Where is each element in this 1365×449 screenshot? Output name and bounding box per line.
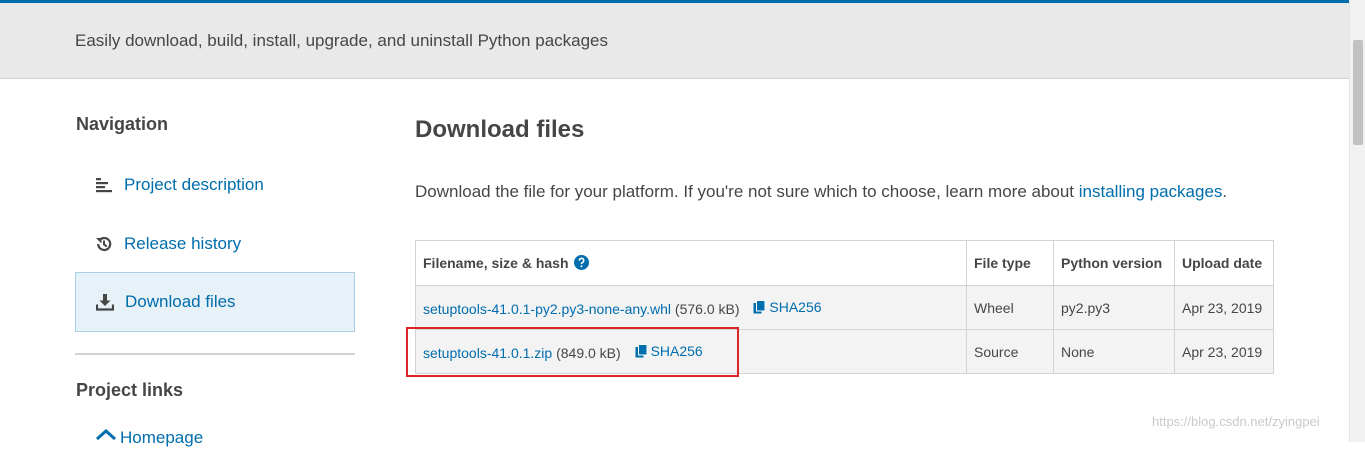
table-row: setuptools-41.0.1-py2.py3-none-any.whl (… xyxy=(415,285,1274,330)
upload-date-cell: Apr 23, 2019 xyxy=(1174,285,1274,330)
annotation-highlight-box xyxy=(406,327,739,377)
tagline: Easily download, build, install, upgrade… xyxy=(75,31,609,50)
navigation-heading: Navigation xyxy=(76,114,169,134)
file-type-cell: Wheel xyxy=(966,285,1054,330)
sidebar-divider xyxy=(75,353,355,355)
intro-period: . xyxy=(1222,182,1228,201)
history-icon xyxy=(95,235,113,253)
sidebar-item-label: Project description xyxy=(124,175,264,194)
page-title: Download files xyxy=(415,116,585,143)
copy-icon xyxy=(753,299,766,313)
homepage-link[interactable]: Homepage xyxy=(95,428,203,449)
download-icon xyxy=(96,293,114,311)
installing-packages-link[interactable]: installing packages xyxy=(1079,182,1223,201)
table-header-row: Filename, size & hash File type Python v… xyxy=(415,240,1274,286)
sidebar-item-label: Release history xyxy=(124,234,242,253)
sidebar-item-download-files[interactable]: Download files xyxy=(75,272,355,332)
align-left-icon xyxy=(95,176,113,194)
header-file-type: File type xyxy=(966,240,1054,286)
header-filename-label: Filename, size & hash xyxy=(423,255,569,271)
scrollbar-thumb[interactable] xyxy=(1353,40,1363,145)
home-icon xyxy=(95,428,117,449)
homepage-label: Homepage xyxy=(120,428,204,447)
file-type-cell: Source xyxy=(966,329,1054,374)
header-python-version: Python version xyxy=(1053,240,1175,286)
file-download-link[interactable]: setuptools-41.0.1-py2.py3-none-any.whl xyxy=(423,301,671,317)
sidebar-item-release-history[interactable]: Release history xyxy=(75,214,355,274)
header-banner: Easily download, build, install, upgrade… xyxy=(0,3,1349,79)
header-upload-date: Upload date xyxy=(1174,240,1274,286)
sidebar-item-project-description[interactable]: Project description xyxy=(75,155,355,215)
header-filename: Filename, size & hash xyxy=(415,240,967,286)
help-icon[interactable] xyxy=(574,255,590,270)
intro-sentence: Download the file for your platform. If … xyxy=(415,182,1079,201)
intro-text: Download the file for your platform. If … xyxy=(415,182,1227,202)
python-version-cell: None xyxy=(1053,329,1175,374)
upload-date-cell: Apr 23, 2019 xyxy=(1174,329,1274,374)
project-links-heading: Project links xyxy=(76,380,184,400)
python-version-cell: py2.py3 xyxy=(1053,285,1175,330)
sha256-label: SHA256 xyxy=(769,298,822,315)
sidebar-item-label: Download files xyxy=(125,292,236,311)
watermark: https://blog.csdn.net/zyingpei xyxy=(1152,414,1320,429)
filename-cell: setuptools-41.0.1-py2.py3-none-any.whl (… xyxy=(415,285,967,330)
sha256-link[interactable]: SHA256 xyxy=(753,298,822,315)
vertical-scrollbar[interactable] xyxy=(1349,0,1365,442)
file-size: (576.0 kB) xyxy=(674,300,740,317)
